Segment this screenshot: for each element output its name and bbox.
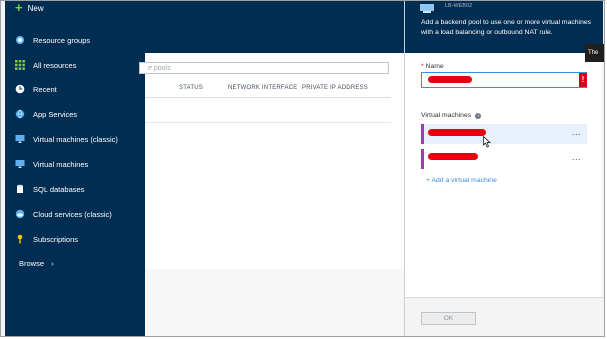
database-icon	[15, 184, 25, 194]
column-header-network-interface[interactable]: NETWORK INTERFACE	[228, 85, 297, 91]
virtual-machines-label: Virtual machines i	[421, 112, 482, 119]
sidebar-item-label: Resource groups	[33, 35, 91, 45]
sidebar-item-cloud-services-classic[interactable]: Cloud services (classic)	[15, 206, 112, 222]
column-header-private-ip-address[interactable]: PRIVATE IP ADDRESS	[302, 85, 368, 91]
blade-footer: OK	[405, 297, 603, 336]
cloud-icon	[15, 209, 25, 219]
resource-groups-icon	[15, 35, 25, 45]
sidebar-item-resource-groups[interactable]: Resource groups	[15, 32, 90, 48]
portal-window: + New Resource groups All resources Rece…	[0, 0, 605, 337]
redacted-value	[428, 76, 472, 83]
key-icon	[15, 234, 25, 244]
add-backend-pool-blade: LB-WEB02 Add a backend pool to use one o…	[404, 1, 603, 336]
mouse-cursor-icon	[483, 135, 491, 153]
blade-footer	[145, 269, 404, 336]
plus-icon: +	[15, 0, 23, 15]
sidebar-item-sql-databases[interactable]: SQL databases	[15, 181, 84, 197]
redacted-vm-name	[428, 129, 486, 136]
sidebar-item-label: Subscriptions	[33, 234, 79, 244]
sidebar-item-label: Virtual machines (classic)	[33, 134, 118, 144]
backend-pools-blade: e pools STATUS NETWORK INTERFACE PRIVATE…	[139, 1, 404, 336]
sidebar-item-recent[interactable]: Recent	[15, 81, 57, 97]
vm-list-item[interactable]: ...	[421, 124, 587, 144]
search-input[interactable]: e pools	[139, 62, 389, 74]
browse-label: Browse	[19, 259, 45, 268]
monitor-icon	[15, 134, 25, 144]
chevron-right-icon: ›	[51, 259, 54, 268]
validation-tooltip: The	[585, 44, 604, 62]
name-field-label: * Name	[421, 63, 444, 70]
info-icon[interactable]: i	[475, 112, 482, 119]
clock-icon	[15, 84, 25, 94]
sidebar-item-virtual-machines[interactable]: Virtual machines	[15, 156, 88, 172]
virtual-machines-label-text: Virtual machines	[421, 112, 472, 119]
grid-icon	[15, 60, 25, 70]
more-options-icon[interactable]: ...	[572, 127, 581, 137]
sidebar-item-all-resources[interactable]: All resources	[15, 57, 76, 73]
blade-header: LB-WEB02 Add a backend pool to use one o…	[405, 1, 603, 53]
vm-list-item[interactable]: ...	[421, 149, 587, 169]
row-divider	[145, 122, 391, 123]
sidebar-item-label: Virtual machines	[33, 159, 89, 169]
sidebar-item-label: All resources	[33, 60, 77, 70]
browse-button[interactable]: Browse ›	[19, 259, 54, 268]
sidebar-item-app-services[interactable]: App Services	[15, 106, 77, 122]
new-button[interactable]: + New	[15, 0, 44, 15]
name-input[interactable]	[421, 72, 587, 88]
ok-button[interactable]: OK	[421, 312, 476, 325]
new-label: New	[27, 3, 44, 13]
left-nav: + New Resource groups All resources Rece…	[5, 0, 145, 336]
required-marker: *	[421, 63, 424, 70]
blade-header	[145, 1, 404, 53]
add-virtual-machine-link[interactable]: + Add a virtual machine	[426, 177, 497, 184]
resource-name: LB-WEB02	[445, 3, 473, 9]
blade-description: Add a backend pool to use one or more vi…	[421, 19, 592, 36]
more-options-icon[interactable]: ...	[572, 152, 581, 162]
header-divider	[145, 97, 391, 98]
sidebar-item-subscriptions[interactable]: Subscriptions	[15, 231, 78, 247]
globe-icon	[15, 109, 25, 119]
sidebar-item-label: App Services	[33, 109, 78, 119]
validation-error-icon[interactable]: !	[579, 73, 587, 87]
sidebar-item-label: Recent	[33, 84, 57, 94]
sidebar-item-label: SQL databases	[33, 184, 85, 194]
sidebar-item-label: Cloud services (classic)	[33, 209, 112, 219]
redacted-vm-name	[428, 153, 478, 160]
column-header-status[interactable]: STATUS	[179, 85, 203, 91]
name-label-text: Name	[425, 63, 444, 70]
monitor-icon	[15, 159, 25, 169]
load-balancer-icon	[419, 1, 435, 13]
sidebar-item-virtual-machines-classic[interactable]: Virtual machines (classic)	[15, 131, 118, 147]
